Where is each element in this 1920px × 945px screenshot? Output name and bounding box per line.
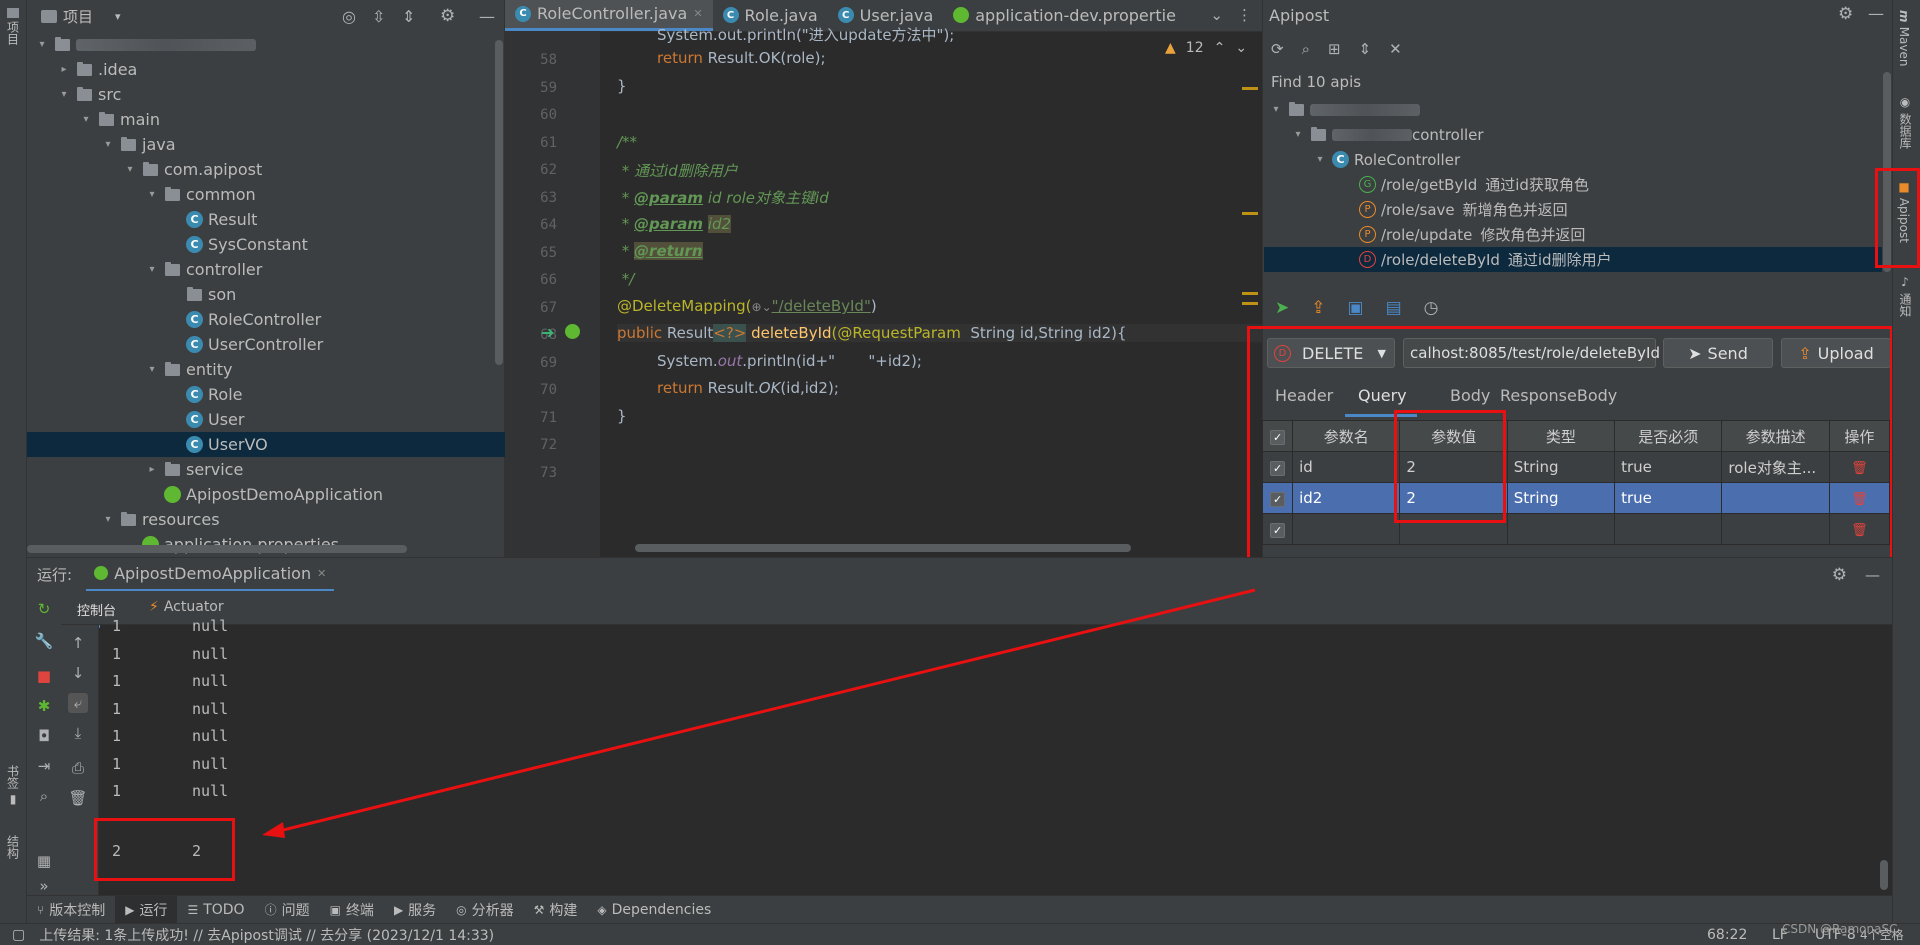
problems-icon: ⓘ xyxy=(264,903,277,917)
list-icon: ☰ xyxy=(187,902,199,917)
bottom-tab[interactable]: ⓘ 问题 xyxy=(255,896,320,924)
bottom-tab-label: 版本控制 xyxy=(49,902,106,919)
bottom-tab[interactable]: ◎ 分析器 xyxy=(446,896,523,924)
cursor-position[interactable]: 68:22 xyxy=(1707,927,1747,943)
build-icon: ⚒ xyxy=(533,902,545,917)
annotation-arrow xyxy=(262,588,1256,838)
bottom-tab-label: 分析器 xyxy=(471,902,514,919)
bottom-tab[interactable]: ☰ TODO xyxy=(177,896,254,924)
bottom-tab-label: 构建 xyxy=(549,902,578,919)
status-icon[interactable]: ▢ xyxy=(12,927,25,943)
dependencies-icon: ◈ xyxy=(597,902,607,917)
bottom-tab[interactable]: ▣ 终端 xyxy=(320,896,384,924)
bottom-tab[interactable]: ⚒ 构建 xyxy=(524,896,588,924)
status-message[interactable]: 上传结果: 1条上传成功! // 去Apipost调试 // 去分享 (2023… xyxy=(39,925,494,945)
bottom-tab-label: 终端 xyxy=(345,902,374,919)
bottom-tab[interactable]: ⑂ 版本控制 xyxy=(27,896,115,924)
run-icon: ▶ xyxy=(125,902,135,917)
services-icon: ▶ xyxy=(393,902,404,917)
bottom-tab-label: TODO xyxy=(203,901,245,918)
branch-icon: ⑂ xyxy=(37,902,45,917)
bottom-tab-label: 问题 xyxy=(281,902,310,919)
bottom-tab[interactable]: ▶ 服务 xyxy=(384,896,446,924)
bottom-tool-bar: ⑂ 版本控制 ▶ 运行 ☰ TODO ⓘ 问题 ▣ 终端 ▶ 服务 ◎ 分析器 ⚒ 构建 ◈ Dependenci… xyxy=(27,895,1892,924)
terminal-icon: ▣ xyxy=(329,902,341,917)
watermark: CSDN @RamonaSC xyxy=(1782,922,1898,936)
status-bar: ▢ 上传结果: 1条上传成功! // 去Apipost调试 // 去分享 (20… xyxy=(0,922,1920,945)
bottom-tab[interactable]: ▶ 运行 xyxy=(115,895,178,924)
bottom-tab-label: 运行 xyxy=(139,902,168,919)
bottom-tab-label: 服务 xyxy=(408,902,437,919)
bottom-tab[interactable]: ◈ Dependencies xyxy=(587,896,721,924)
profiler-icon: ◎ xyxy=(456,902,467,917)
bottom-tab-label: Dependencies xyxy=(611,901,712,918)
